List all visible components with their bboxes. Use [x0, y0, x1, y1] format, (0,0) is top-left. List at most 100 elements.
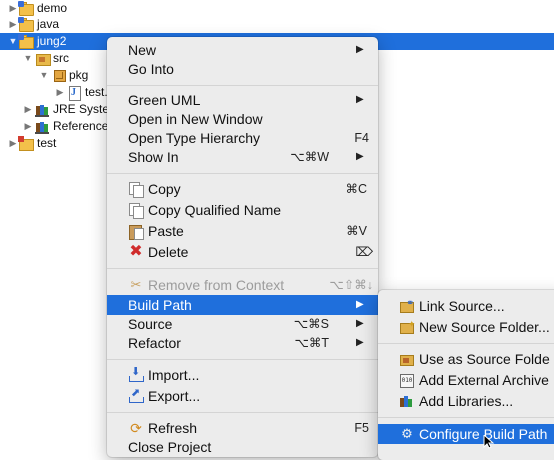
- java-project-icon: [18, 17, 34, 32]
- menu-item-label: Open in New Window: [128, 111, 263, 127]
- menu-item-label: Import...: [148, 367, 200, 383]
- tree-item-label: test.: [85, 85, 108, 99]
- menu-item-label: Export...: [148, 388, 201, 404]
- menu-shortcut: ⌥⌘W: [290, 150, 329, 164]
- menu-item-copy-qualified-name[interactable]: Copy Qualified Name: [107, 200, 378, 220]
- menu-shortcut: ⌘C: [345, 182, 367, 196]
- menu-item-label: Add External Archive: [419, 372, 549, 388]
- tree-item-label: java: [37, 17, 60, 31]
- java-project-icon: [18, 34, 34, 49]
- collapse-arrow-icon[interactable]: ▼: [23, 50, 33, 67]
- submenu-item-use-as-source-folder[interactable]: Use as Source Folde: [378, 349, 554, 369]
- context-menu: New ▶ Go Into Green UML ▶ Open in New Wi…: [107, 37, 378, 457]
- remove-context-icon: ✂: [130, 277, 142, 292]
- menu-separator: [107, 173, 378, 174]
- menu-item-label: Copy Qualified Name: [148, 202, 282, 218]
- collapse-arrow-icon[interactable]: ▼: [39, 67, 49, 84]
- menu-item-label: Delete: [148, 244, 189, 260]
- copy-qualified-name-icon: [128, 202, 144, 219]
- menu-item-label: Green UML: [128, 92, 201, 108]
- expand-arrow-icon[interactable]: ▶: [23, 118, 33, 135]
- tree-item-label: demo: [37, 1, 68, 15]
- copy-icon: [128, 181, 144, 198]
- menu-item-label: Refactor: [128, 335, 181, 351]
- expand-arrow-icon[interactable]: ▶: [8, 0, 18, 17]
- menu-item-green-uml[interactable]: Green UML ▶: [107, 90, 378, 110]
- expand-arrow-icon[interactable]: ▶: [8, 16, 18, 33]
- expand-arrow-icon[interactable]: ▶: [23, 101, 33, 118]
- menu-item-paste[interactable]: Paste ⌘V: [107, 221, 378, 241]
- expand-arrow-icon[interactable]: ▶: [8, 135, 18, 152]
- menu-item-go-into[interactable]: Go Into: [107, 59, 378, 79]
- menu-separator: [107, 268, 378, 269]
- menu-shortcut: ⌘V: [346, 224, 367, 238]
- menu-item-export[interactable]: ⬈ Export...: [107, 386, 378, 406]
- menu-item-label: Use as Source Folde: [419, 351, 550, 367]
- menu-item-source[interactable]: Source ⌥⌘S ▶: [107, 314, 378, 334]
- tree-item-demo[interactable]: ▶ demo: [0, 0, 554, 17]
- menu-item-open-in-new-window[interactable]: Open in New Window: [107, 109, 378, 129]
- menu-item-refresh[interactable]: ⟳ Refresh F5: [107, 418, 378, 438]
- build-path-submenu: ⚭ Link Source... ✦ New Source Folder... …: [378, 290, 554, 460]
- menu-item-label: Link Source...: [419, 298, 505, 314]
- link-source-icon: ⚭: [399, 298, 415, 314]
- delete-icon: ✖: [129, 243, 143, 260]
- menu-item-label: Remove from Context: [148, 277, 285, 293]
- menu-item-label: Source: [128, 316, 173, 332]
- tree-item-label: jung2: [37, 34, 67, 48]
- paste-icon: [128, 223, 144, 240]
- menu-separator: [107, 412, 378, 413]
- menu-separator: [107, 359, 378, 360]
- menu-item-copy[interactable]: Copy ⌘C: [107, 179, 378, 199]
- tree-item-label: JRE Syste: [53, 102, 110, 116]
- use-as-source-folder-icon: [399, 351, 415, 367]
- external-archive-icon: 010: [399, 372, 415, 388]
- menu-separator: [378, 417, 554, 418]
- submenu-item-configure-build-path[interactable]: ⚙ Configure Build Path: [378, 424, 554, 444]
- menu-separator: [107, 85, 378, 86]
- mouse-cursor-icon: [483, 433, 497, 449]
- menu-shortcut: ⌥⌘S: [293, 317, 329, 331]
- submenu-item-add-libraries[interactable]: Add Libraries...: [378, 391, 554, 411]
- menu-separator: [378, 343, 554, 344]
- menu-item-label: Refresh: [148, 420, 198, 436]
- menu-shortcut: ⌥⌘T: [294, 336, 329, 350]
- configure-build-path-icon: ⚙: [401, 426, 413, 441]
- menu-item-delete[interactable]: ✖ Delete ⌦: [107, 242, 378, 262]
- menu-shortcut: F4: [354, 131, 369, 145]
- submenu-item-link-source[interactable]: ⚭ Link Source...: [378, 296, 554, 316]
- submenu-arrow-icon: ▶: [356, 94, 364, 105]
- tree-item-label: Reference: [53, 119, 109, 133]
- collapse-arrow-icon[interactable]: ▼: [8, 33, 18, 50]
- library-icon: [35, 119, 51, 134]
- menu-item-import[interactable]: ⬇ Import...: [107, 365, 378, 385]
- export-icon: ⬈: [128, 388, 144, 404]
- menu-item-label: Build Path: [128, 297, 192, 313]
- tree-item-java[interactable]: ▶ java: [0, 16, 554, 33]
- menu-item-open-type-hierarchy[interactable]: Open Type Hierarchy F4: [107, 128, 378, 148]
- menu-item-label: Close Project: [128, 439, 212, 455]
- submenu-arrow-icon: ▶: [356, 337, 364, 348]
- submenu-item-new-source-folder[interactable]: ✦ New Source Folder...: [378, 317, 554, 337]
- expand-arrow-icon[interactable]: ▶: [55, 84, 65, 101]
- new-source-folder-icon: ✦: [399, 319, 416, 335]
- tree-item-label: pkg: [69, 68, 89, 82]
- menu-item-label: New: [128, 42, 157, 58]
- tree-item-label: src: [53, 51, 69, 65]
- menu-shortcut: F5: [354, 421, 369, 435]
- menu-item-close-project[interactable]: Close Project: [107, 437, 378, 457]
- menu-item-build-path[interactable]: Build Path ▶: [107, 295, 378, 315]
- menu-shortcut: ⌦: [355, 245, 373, 259]
- menu-item-remove-from-context[interactable]: ✂ Remove from Context ⌥⇧⌘↓: [107, 275, 378, 295]
- menu-item-show-in[interactable]: Show In ⌥⌘W ▶: [107, 147, 378, 167]
- add-libraries-icon: [399, 393, 415, 409]
- menu-item-label: Open Type Hierarchy: [128, 130, 261, 146]
- submenu-arrow-icon: ▶: [356, 318, 364, 329]
- java-project-error-icon: [18, 136, 34, 151]
- menu-item-new[interactable]: New ▶: [107, 40, 378, 60]
- menu-shortcut: ⌥⇧⌘↓: [329, 278, 373, 292]
- menu-item-refactor[interactable]: Refactor ⌥⌘T ▶: [107, 333, 378, 353]
- library-icon: [35, 102, 51, 117]
- menu-item-label: Go Into: [128, 61, 174, 77]
- submenu-item-add-external-archives[interactable]: 010 Add External Archive: [378, 370, 554, 390]
